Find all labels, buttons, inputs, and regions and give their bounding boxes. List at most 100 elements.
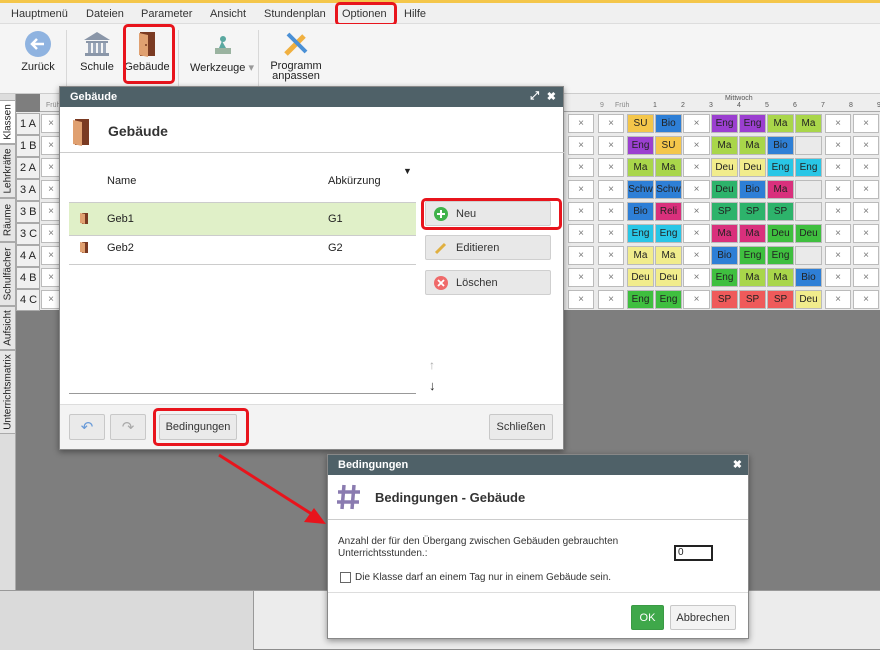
lesson-cell[interactable]: SP: [739, 290, 766, 309]
blocked-cell[interactable]: ×: [853, 224, 879, 243]
lesson-cell[interactable]: Ma: [655, 246, 682, 265]
blocked-cell[interactable]: ×: [568, 158, 594, 177]
blocked-cell[interactable]: ×: [41, 158, 61, 177]
column-name-header[interactable]: Name: [107, 175, 136, 187]
lesson-cell[interactable]: Ma: [711, 136, 738, 155]
lesson-cell[interactable]: Ma: [627, 246, 654, 265]
menu-dateien[interactable]: Dateien: [86, 8, 124, 20]
ok-button[interactable]: OK: [631, 605, 664, 630]
row-label[interactable]: 3 A: [16, 179, 40, 201]
lesson-cell[interactable]: ×: [683, 268, 710, 287]
row-label[interactable]: 4 C: [16, 289, 40, 311]
row-label[interactable]: 1 A: [16, 113, 40, 135]
blocked-cell[interactable]: ×: [568, 268, 594, 287]
blocked-cell[interactable]: ×: [853, 158, 879, 177]
lesson-cell[interactable]: ×: [683, 290, 710, 309]
close-icon[interactable]: ✖: [733, 458, 742, 471]
lesson-cell[interactable]: Ma: [767, 180, 794, 199]
blocked-cell[interactable]: ×: [853, 114, 879, 133]
tab-raeume[interactable]: Räume: [0, 198, 16, 242]
lesson-cell[interactable]: Eng: [739, 114, 766, 133]
lesson-cell[interactable]: Bio: [655, 114, 682, 133]
blocked-cell[interactable]: ×: [853, 246, 879, 265]
blocked-cell[interactable]: ×: [568, 224, 594, 243]
lesson-cell[interactable]: Ma: [739, 224, 766, 243]
lesson-cell[interactable]: Deu: [627, 268, 654, 287]
row-label[interactable]: 4 A: [16, 245, 40, 267]
lesson-cell[interactable]: Bio: [711, 246, 738, 265]
blocked-cell[interactable]: ×: [853, 268, 879, 287]
lesson-cell[interactable]: Bio: [627, 202, 654, 221]
lesson-cell[interactable]: Deu: [711, 158, 738, 177]
lesson-cell[interactable]: [795, 136, 822, 155]
lesson-cell[interactable]: SU: [655, 136, 682, 155]
blocked-cell[interactable]: ×: [853, 290, 879, 309]
edit-button[interactable]: Editieren: [425, 235, 551, 260]
blocked-cell[interactable]: ×: [568, 202, 594, 221]
lesson-cell[interactable]: Ma: [767, 114, 794, 133]
lesson-cell[interactable]: Bio: [767, 136, 794, 155]
lesson-cell[interactable]: Ma: [739, 136, 766, 155]
sort-desc-icon[interactable]: ▼: [403, 166, 412, 176]
blocked-cell[interactable]: ×: [825, 268, 851, 287]
lesson-cell[interactable]: Ma: [711, 224, 738, 243]
blocked-cell[interactable]: ×: [41, 180, 61, 199]
customize-program-button[interactable]: Programm anpassen: [266, 28, 326, 82]
lesson-cell[interactable]: Bio: [739, 180, 766, 199]
tab-aufsicht[interactable]: Aufsicht: [0, 306, 16, 350]
tools-dropdown-icon[interactable]: ▾: [248, 62, 254, 74]
blocked-cell[interactable]: ×: [825, 224, 851, 243]
lesson-cell[interactable]: ×: [683, 114, 710, 133]
menu-hilfe[interactable]: Hilfe: [404, 8, 426, 20]
lesson-cell[interactable]: ×: [683, 246, 710, 265]
blocked-cell[interactable]: ×: [41, 202, 61, 221]
blocked-cell[interactable]: ×: [598, 202, 624, 221]
menu-ansicht[interactable]: Ansicht: [210, 8, 246, 20]
blocked-cell[interactable]: ×: [41, 114, 61, 133]
tab-unterrichtsmatrix[interactable]: Unterrichtsmatrix: [0, 350, 16, 434]
lesson-cell[interactable]: Ma: [795, 114, 822, 133]
blocked-cell[interactable]: ×: [825, 180, 851, 199]
blocked-cell[interactable]: ×: [41, 290, 61, 309]
lesson-cell[interactable]: Eng: [767, 246, 794, 265]
blocked-cell[interactable]: ×: [568, 180, 594, 199]
row-label[interactable]: 2 A: [16, 157, 40, 179]
blocked-cell[interactable]: ×: [853, 202, 879, 221]
back-button[interactable]: Zurück: [18, 28, 58, 73]
blocked-cell[interactable]: ×: [41, 268, 61, 287]
move-down-arrow-icon[interactable]: ↓: [429, 378, 436, 393]
lesson-cell[interactable]: Eng: [795, 158, 822, 177]
undo-button[interactable]: ↶: [69, 414, 105, 440]
blocked-cell[interactable]: ×: [825, 290, 851, 309]
lesson-cell[interactable]: SP: [711, 202, 738, 221]
redo-button[interactable]: ↷: [110, 414, 146, 440]
blocked-cell[interactable]: ×: [598, 180, 624, 199]
blocked-cell[interactable]: ×: [41, 246, 61, 265]
lesson-cell[interactable]: [795, 246, 822, 265]
lesson-cell[interactable]: [795, 202, 822, 221]
lesson-cell[interactable]: Ma: [739, 268, 766, 287]
lesson-cell[interactable]: Deu: [795, 290, 822, 309]
lesson-cell[interactable]: Ma: [655, 158, 682, 177]
tab-schulfaecher[interactable]: Schulfächer: [0, 242, 16, 306]
lesson-cell[interactable]: ×: [683, 202, 710, 221]
blocked-cell[interactable]: ×: [568, 290, 594, 309]
close-icon[interactable]: ✖: [547, 90, 556, 103]
one-building-checkbox-label[interactable]: Die Klasse darf an einem Tag nur in eine…: [355, 572, 611, 583]
transition-hours-input[interactable]: 0: [674, 545, 713, 561]
move-up-arrow-icon[interactable]: ↑: [429, 358, 435, 372]
lesson-cell[interactable]: SP: [739, 202, 766, 221]
blocked-cell[interactable]: ×: [598, 268, 624, 287]
blocked-cell[interactable]: ×: [825, 158, 851, 177]
blocked-cell[interactable]: ×: [825, 202, 851, 221]
lesson-cell[interactable]: [795, 180, 822, 199]
tab-klassen[interactable]: Klassen: [0, 100, 16, 144]
lesson-cell[interactable]: Eng: [655, 290, 682, 309]
school-button[interactable]: Schule: [78, 28, 116, 73]
row-label[interactable]: 4 B: [16, 267, 40, 289]
lesson-cell[interactable]: Bio: [795, 268, 822, 287]
blocked-cell[interactable]: ×: [598, 114, 624, 133]
lesson-cell[interactable]: SP: [767, 202, 794, 221]
blocked-cell[interactable]: ×: [568, 114, 594, 133]
lesson-cell[interactable]: SP: [711, 290, 738, 309]
